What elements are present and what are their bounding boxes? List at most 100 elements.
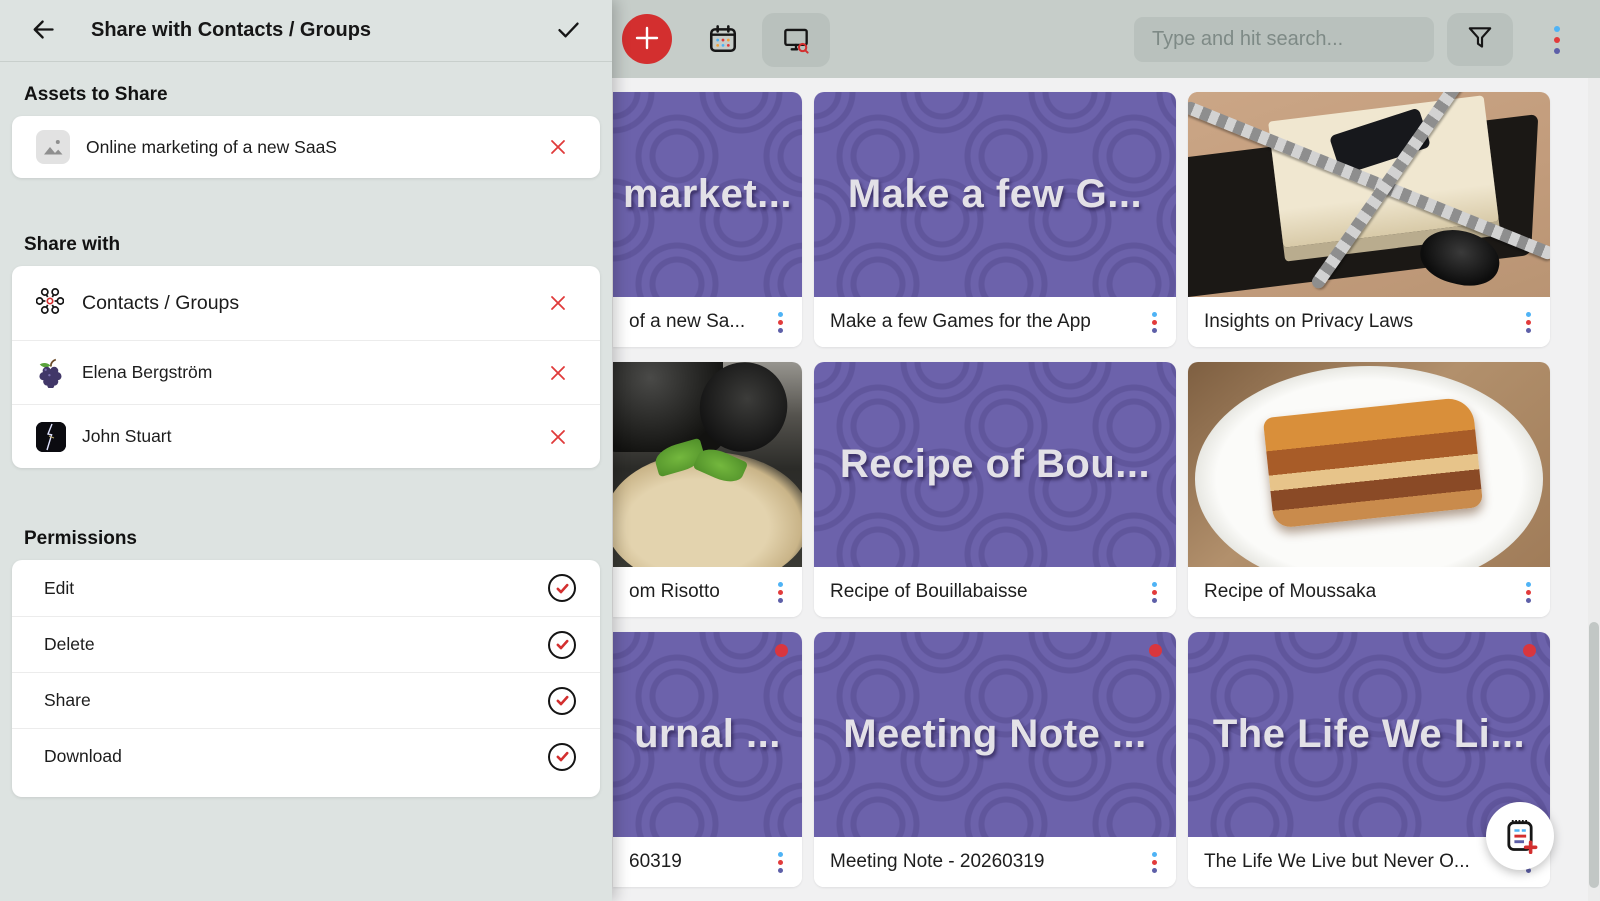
permission-row: Delete <box>12 616 600 672</box>
confirm-share-button[interactable] <box>551 12 586 50</box>
scrollbar-thumb[interactable] <box>1589 622 1599 888</box>
note-footer: Meeting Note - 20260319 <box>814 837 1176 887</box>
note-menu-button[interactable] <box>1523 579 1534 606</box>
note-card[interactable]: Insights on Privacy Laws <box>1188 92 1550 347</box>
note-footer: 60319 <box>613 837 802 887</box>
share-target-label: John Stuart <box>82 426 544 447</box>
note-cover-photo <box>613 362 802 567</box>
note-cover-pattern: Make a few G... <box>814 92 1176 297</box>
share-targets-card: Contacts / Groups Elena Bergström John Stu… <box>12 266 600 468</box>
note-footer-title: of a new Sa... <box>629 311 745 333</box>
share-target-row: Contacts / Groups <box>12 266 600 340</box>
note-footer: Recipe of Bouillabaisse <box>814 567 1176 617</box>
calendar-button[interactable] <box>706 23 740 57</box>
permission-label: Edit <box>44 578 548 599</box>
note-card[interactable]: market... of a new Sa... <box>613 92 802 347</box>
note-menu-button[interactable] <box>1149 309 1160 336</box>
share-panel: Share with Contacts / Groups Assets to S… <box>0 0 612 901</box>
asset-name: Online marketing of a new SaaS <box>86 137 544 158</box>
note-cover-pattern: The Life We Li... <box>1188 632 1550 837</box>
permission-row: Share <box>12 672 600 728</box>
share-target-label: Elena Bergström <box>82 362 544 383</box>
share-panel-header: Share with Contacts / Groups <box>0 0 612 62</box>
note-menu-button[interactable] <box>1149 849 1160 876</box>
share-target-label: Contacts / Groups <box>82 292 544 315</box>
note-title-overlay: market... <box>613 92 802 297</box>
note-title-overlay: The Life We Li... <box>1188 632 1550 837</box>
remove-share-target-button[interactable] <box>544 359 572 387</box>
permission-check-toggle[interactable] <box>548 743 576 771</box>
share-target-row: John Stuart <box>12 404 600 468</box>
note-card[interactable]: urnal ...60319 <box>613 632 802 887</box>
assets-to-share-heading: Assets to Share <box>24 84 588 106</box>
note-footer: om Risotto <box>613 567 802 617</box>
note-footer-title: The Life We Live but Never O... <box>1204 851 1470 873</box>
note-menu-button[interactable] <box>775 579 786 606</box>
note-card[interactable]: om Risotto <box>613 362 802 617</box>
app-window: market...of a new Sa...Make a few G...Ma… <box>0 0 1600 901</box>
assets-card: Online marketing of a new SaaS <box>12 116 600 178</box>
remove-share-target-button[interactable] <box>544 289 572 317</box>
permission-row: Edit <box>12 560 600 616</box>
note-title-overlay: urnal ... <box>613 632 802 837</box>
screen-search-button[interactable] <box>762 13 830 67</box>
note-menu-button[interactable] <box>1149 579 1160 606</box>
note-footer-title: Recipe of Moussaka <box>1204 581 1376 603</box>
permission-label: Share <box>44 690 548 711</box>
panel-title: Share with Contacts / Groups <box>91 19 551 42</box>
overflow-menu-button[interactable] <box>1552 24 1562 56</box>
note-footer-title: Make a few Games for the App <box>830 311 1091 333</box>
filter-funnel-icon <box>1465 23 1495 56</box>
note-menu-button[interactable] <box>1523 309 1534 336</box>
note-cover-pattern: Recipe of Bou... <box>814 362 1176 567</box>
share-with-heading: Share with <box>24 234 588 256</box>
permission-check-toggle[interactable] <box>548 574 576 602</box>
image-thumbnail-icon <box>36 130 70 164</box>
note-card[interactable]: Recipe of Bou... Recipe of Bouillabaisse <box>814 362 1176 617</box>
filter-button[interactable] <box>1447 13 1513 66</box>
note-footer: Make a few Games for the App <box>814 297 1176 347</box>
scrollbar-track <box>1588 78 1600 901</box>
note-footer-title: om Risotto <box>629 581 720 603</box>
note-card[interactable]: Meeting Note ...Meeting Note - 20260319 <box>814 632 1176 887</box>
remove-asset-button[interactable] <box>544 133 572 161</box>
lightning-avatar <box>36 422 66 452</box>
check-icon <box>555 16 582 46</box>
note-title-overlay: Recipe of Bou... <box>814 362 1176 567</box>
permission-row: Download <box>12 728 600 784</box>
reminder-dot-icon <box>1523 644 1536 657</box>
add-note-button[interactable] <box>622 14 672 64</box>
note-cover-pattern: urnal ... <box>613 632 802 837</box>
screen-search-icon <box>780 23 812 58</box>
permission-check-toggle[interactable] <box>548 631 576 659</box>
plus-icon <box>633 24 661 55</box>
search-input[interactable] <box>1134 17 1434 62</box>
asset-row: Online marketing of a new SaaS <box>12 116 600 178</box>
reminder-dot-icon <box>775 644 788 657</box>
note-title-overlay: Meeting Note ... <box>814 632 1176 837</box>
share-panel-body: Assets to Share Online marketing of a ne… <box>0 84 612 797</box>
calendar-icon <box>707 43 739 58</box>
permissions-card: Edit Delete Share Download <box>12 560 600 797</box>
note-footer-title: Recipe of Bouillabaisse <box>830 581 1028 603</box>
permission-label: Delete <box>44 634 548 655</box>
permission-label: Download <box>44 746 548 767</box>
remove-share-target-button[interactable] <box>544 423 572 451</box>
arrow-left-icon <box>30 16 57 46</box>
permission-check-toggle[interactable] <box>548 687 576 715</box>
note-footer-title: Insights on Privacy Laws <box>1204 311 1413 333</box>
back-button[interactable] <box>26 12 61 50</box>
new-note-fab[interactable] <box>1486 802 1554 870</box>
note-menu-button[interactable] <box>775 849 786 876</box>
note-card[interactable]: Recipe of Moussaka <box>1188 362 1550 617</box>
note-footer: Insights on Privacy Laws <box>1188 297 1550 347</box>
note-cover-photo <box>1188 92 1550 297</box>
note-footer: of a new Sa... <box>613 297 802 347</box>
note-card[interactable]: Make a few G... Make a few Games for the … <box>814 92 1176 347</box>
note-cover-pattern: market... <box>613 92 802 297</box>
note-menu-button[interactable] <box>775 309 786 336</box>
share-target-row: Elena Bergström <box>12 340 600 404</box>
reminder-dot-icon <box>1149 644 1162 657</box>
note-footer: Recipe of Moussaka <box>1188 567 1550 617</box>
note-cover-photo <box>1188 362 1550 567</box>
